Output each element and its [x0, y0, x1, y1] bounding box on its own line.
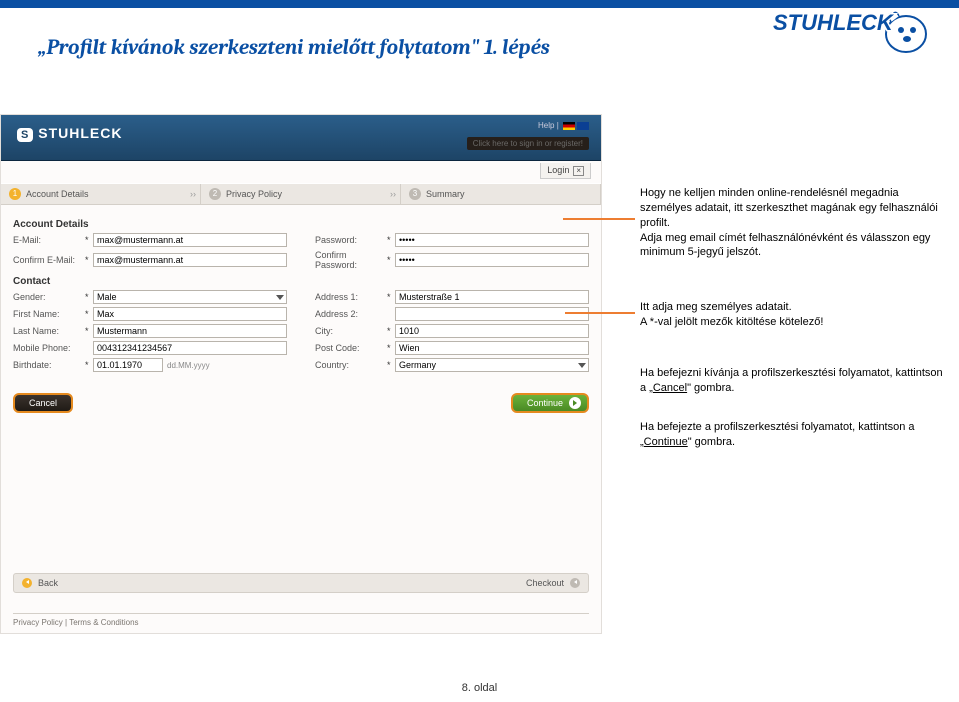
- signin-banner[interactable]: Click here to sign in or register!: [467, 137, 589, 150]
- button-bar: Cancel Continue: [13, 393, 589, 413]
- flag-de-icon[interactable]: [563, 122, 575, 130]
- annotation-2: Itt adja meg személyes adatait.A *-val j…: [640, 300, 950, 330]
- mobile-field[interactable]: [93, 341, 287, 355]
- birthdate-field[interactable]: [93, 358, 163, 372]
- app-footer: Privacy Policy | Terms & Conditions: [13, 613, 589, 627]
- email-field[interactable]: [93, 233, 287, 247]
- checkout-button[interactable]: Checkout: [526, 578, 580, 588]
- lastname-field[interactable]: [93, 324, 287, 338]
- footer-nav: Back Checkout: [13, 573, 589, 593]
- label-birthdate: Birthdate:: [13, 360, 85, 370]
- country-select[interactable]: [395, 358, 589, 372]
- city-field[interactable]: [395, 324, 589, 338]
- close-icon[interactable]: ×: [573, 166, 584, 176]
- label-email: E-Mail:: [13, 235, 85, 245]
- label-confirm-password: Confirm Password:: [315, 250, 387, 270]
- cancel-button[interactable]: Cancel: [13, 393, 73, 413]
- stuhleck-logo: STUHLECK: [771, 2, 931, 56]
- firstname-field[interactable]: [93, 307, 287, 321]
- addr2-field[interactable]: [395, 307, 589, 321]
- gender-select[interactable]: [93, 290, 287, 304]
- section-account: Account Details: [13, 219, 589, 230]
- privacy-link[interactable]: Privacy Policy: [13, 618, 63, 627]
- password-field[interactable]: [395, 233, 589, 247]
- terms-link[interactable]: Terms & Conditions: [69, 618, 138, 627]
- label-password: Password:: [315, 235, 387, 245]
- label-gender: Gender:: [13, 292, 85, 302]
- annotation-3: Ha befejezni kívánja a profilszerkesztés…: [640, 366, 950, 396]
- section-contact: Contact: [13, 276, 589, 287]
- confirm-password-field[interactable]: [395, 253, 589, 267]
- page-number: 8. oldal: [0, 682, 959, 694]
- label-postcode: Post Code:: [315, 343, 387, 353]
- label-city: City:: [315, 326, 387, 336]
- arrow-left-icon: [22, 578, 32, 588]
- wizard-step-3[interactable]: 3Summary: [401, 184, 601, 204]
- form-body: Account Details E-Mail:* Password:* Conf…: [1, 205, 601, 383]
- label-addr2: Address 2:: [315, 309, 387, 319]
- connector-line: [563, 218, 635, 220]
- wizard-steps: 1Account Details›› 2Privacy Policy›› 3Su…: [1, 183, 601, 205]
- arrow-right-icon: [570, 578, 580, 588]
- label-lastname: Last Name:: [13, 326, 85, 336]
- flag-en-icon[interactable]: [577, 122, 589, 130]
- label-mobile: Mobile Phone:: [13, 343, 85, 353]
- back-button[interactable]: Back: [22, 578, 58, 588]
- wizard-step-1[interactable]: 1Account Details››: [1, 184, 201, 204]
- app-header: S STUHLECK Help | Click here to sign in …: [1, 115, 601, 161]
- postcode-field[interactable]: [395, 341, 589, 355]
- label-country: Country:: [315, 360, 387, 370]
- label-firstname: First Name:: [13, 309, 85, 319]
- annotation-4: Ha befejezte a profilszerkesztési folyam…: [640, 420, 950, 450]
- app-brand: S STUHLECK: [17, 125, 122, 142]
- wizard-step-2[interactable]: 2Privacy Policy››: [201, 184, 401, 204]
- continue-button[interactable]: Continue: [511, 393, 589, 413]
- help-link[interactable]: Help |: [538, 121, 589, 130]
- label-addr1: Address 1:: [315, 292, 387, 302]
- birthdate-hint: dd.MM.yyyy: [167, 361, 210, 370]
- app-screenshot: S STUHLECK Help | Click here to sign in …: [0, 114, 602, 634]
- annotation-1: Hogy ne kelljen minden online-rendelésné…: [640, 186, 950, 260]
- svg-text:STUHLECK: STUHLECK: [773, 10, 895, 35]
- label-confirm-email: Confirm E-Mail:: [13, 255, 85, 265]
- connector-line: [565, 312, 635, 314]
- confirm-email-field[interactable]: [93, 253, 287, 267]
- login-tab[interactable]: Login×: [540, 163, 591, 179]
- addr1-field[interactable]: [395, 290, 589, 304]
- arrow-right-icon: [569, 397, 581, 409]
